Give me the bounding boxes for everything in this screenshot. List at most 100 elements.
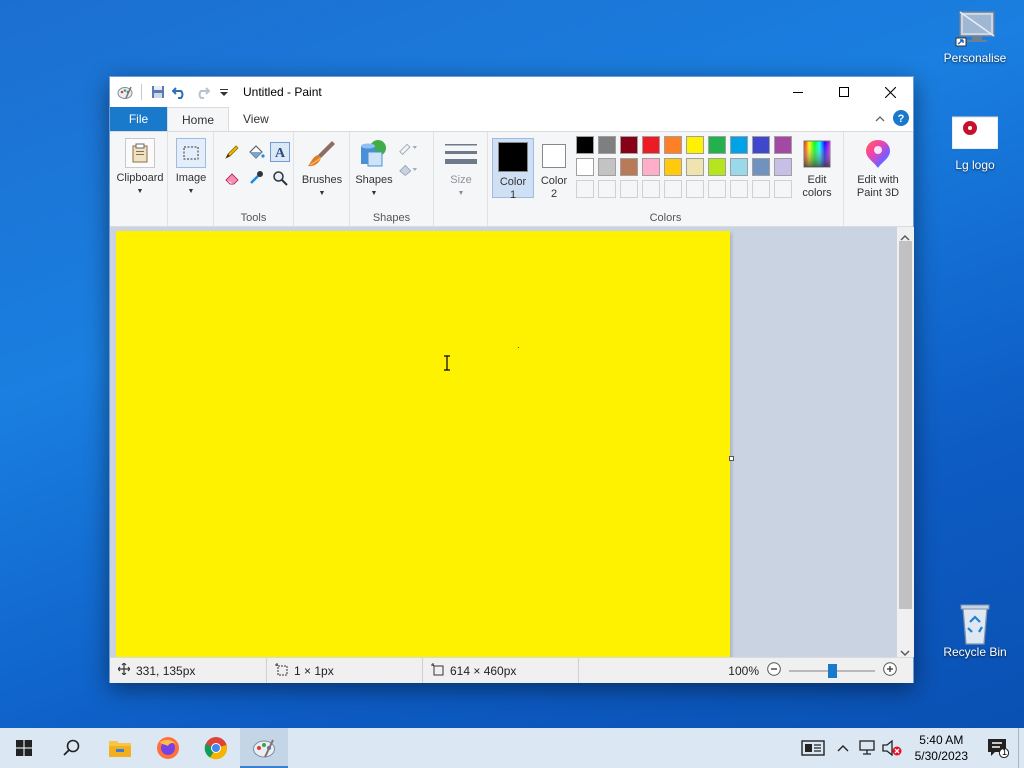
palette-swatch[interactable] xyxy=(686,136,704,154)
custom-color-slot[interactable] xyxy=(642,180,660,198)
palette-swatch[interactable] xyxy=(774,158,792,176)
shapes-button[interactable]: Shapes ▼ xyxy=(354,138,394,200)
color2-swatch xyxy=(542,144,566,168)
redo-icon[interactable] xyxy=(193,83,211,101)
color2-button[interactable]: Color 2 xyxy=(536,138,572,200)
color2-label-line1: Color xyxy=(540,175,568,187)
palette-swatch[interactable] xyxy=(620,136,638,154)
custom-color-slot[interactable] xyxy=(708,180,726,198)
title-bar: Untitled - Paint xyxy=(110,77,913,107)
desktop-icon-personalise[interactable]: Personalise xyxy=(937,8,1013,65)
size-label: Size xyxy=(450,174,472,186)
minimize-button[interactable] xyxy=(775,77,821,107)
palette-swatch[interactable] xyxy=(598,136,616,154)
task-view-news-icon[interactable] xyxy=(795,728,831,768)
color1-button[interactable]: Color 1 xyxy=(492,138,534,201)
palette-swatch[interactable] xyxy=(686,158,704,176)
size-button[interactable]: Size ▼ xyxy=(440,138,482,200)
edit-colors-button[interactable]: Edit colors xyxy=(796,138,838,200)
palette-swatch[interactable] xyxy=(730,158,748,176)
palette-swatch[interactable] xyxy=(730,136,748,154)
palette-swatch[interactable] xyxy=(752,136,770,154)
clipboard-button[interactable]: Clipboard ▼ xyxy=(114,138,166,198)
palette-swatch[interactable] xyxy=(708,136,726,154)
scrollbar-thumb[interactable] xyxy=(899,241,912,609)
text-cursor-icon xyxy=(443,355,451,374)
notifications-icon[interactable]: 1 xyxy=(978,728,1018,768)
palette-swatch[interactable] xyxy=(774,136,792,154)
image-size: 614 × 460px xyxy=(422,658,578,683)
selection-size: 1 × 1px xyxy=(266,658,422,683)
palette-swatch[interactable] xyxy=(620,158,638,176)
zoom-in-icon[interactable] xyxy=(883,662,897,679)
custom-color-slot[interactable] xyxy=(620,180,638,198)
customize-qat-icon[interactable] xyxy=(215,83,233,101)
desktop-icon-recycle-bin[interactable]: Recycle Bin xyxy=(937,602,1013,659)
outline-icon[interactable] xyxy=(398,138,418,158)
desktop-icon-label: Recycle Bin xyxy=(943,645,1007,659)
palette-swatch[interactable] xyxy=(664,136,682,154)
paint-app-icon[interactable] xyxy=(116,83,134,101)
palette-swatch[interactable] xyxy=(708,158,726,176)
tab-view[interactable]: View xyxy=(229,107,283,131)
magnifier-icon[interactable] xyxy=(270,168,290,188)
palette-swatch[interactable] xyxy=(642,158,660,176)
tools-group-label: Tools xyxy=(240,212,267,224)
image-button[interactable]: Image ▼ xyxy=(174,138,208,198)
paint-taskbar-icon[interactable] xyxy=(240,728,288,768)
custom-color-slot[interactable] xyxy=(774,180,792,198)
shape-fill-icon[interactable] xyxy=(398,160,418,180)
color-picker-icon[interactable] xyxy=(246,168,266,188)
clock-time: 5:40 AM xyxy=(919,733,964,747)
custom-color-slot[interactable] xyxy=(730,180,748,198)
show-hidden-icons-icon[interactable] xyxy=(831,728,855,768)
chrome-icon[interactable] xyxy=(192,728,240,768)
palette-swatch[interactable] xyxy=(752,158,770,176)
fill-icon[interactable] xyxy=(246,142,266,162)
palette-swatch[interactable] xyxy=(576,136,594,154)
clock-date: 5/30/2023 xyxy=(914,749,968,763)
maximize-button[interactable] xyxy=(821,77,867,107)
pencil-icon[interactable] xyxy=(222,142,242,162)
zoom-slider[interactable] xyxy=(789,663,875,678)
zoom-slider-thumb[interactable] xyxy=(828,663,837,678)
close-button[interactable] xyxy=(867,77,913,107)
palette-swatch[interactable] xyxy=(664,158,682,176)
file-explorer-icon[interactable] xyxy=(96,728,144,768)
tab-file[interactable]: File xyxy=(110,107,167,131)
desktop-icon-lg-logo[interactable]: Lg logo xyxy=(937,115,1013,172)
volume-muted-icon[interactable] xyxy=(879,728,905,768)
show-desktop-button[interactable] xyxy=(1018,728,1024,768)
custom-color-slot[interactable] xyxy=(686,180,704,198)
custom-color-slot[interactable] xyxy=(576,180,594,198)
drawing-canvas[interactable] xyxy=(116,231,730,657)
zoom-controls: 100% xyxy=(708,658,913,683)
search-icon[interactable] xyxy=(48,728,96,768)
clock[interactable]: 5:40 AM 5/30/2023 xyxy=(905,732,978,764)
save-icon[interactable] xyxy=(149,83,167,101)
custom-color-slot[interactable] xyxy=(664,180,682,198)
palette-swatch[interactable] xyxy=(598,158,616,176)
palette-swatch[interactable] xyxy=(576,158,594,176)
collapse-ribbon-icon[interactable] xyxy=(875,112,885,126)
text-icon[interactable]: A xyxy=(270,142,290,162)
zoom-out-icon[interactable] xyxy=(767,662,781,679)
help-icon[interactable]: ? xyxy=(893,109,909,129)
vertical-scrollbar[interactable] xyxy=(897,227,914,657)
network-icon[interactable] xyxy=(855,728,879,768)
resize-handle-right[interactable] xyxy=(729,456,734,461)
undo-icon[interactable] xyxy=(171,83,189,101)
window-controls xyxy=(775,77,913,107)
palette-swatch[interactable] xyxy=(642,136,660,154)
custom-color-slot[interactable] xyxy=(752,180,770,198)
eraser-icon[interactable] xyxy=(222,168,242,188)
tab-home[interactable]: Home xyxy=(167,107,230,131)
image-size-icon xyxy=(431,662,444,679)
edit-with-paint3d-button[interactable]: Edit with Paint 3D xyxy=(846,138,910,200)
brushes-button[interactable]: Brushes ▼ xyxy=(296,138,348,200)
start-button[interactable] xyxy=(0,728,48,768)
system-tray: 5:40 AM 5/30/2023 1 xyxy=(795,728,1024,768)
selection-size-text: 1 × 1px xyxy=(294,663,334,678)
firefox-icon[interactable] xyxy=(144,728,192,768)
custom-color-slot[interactable] xyxy=(598,180,616,198)
